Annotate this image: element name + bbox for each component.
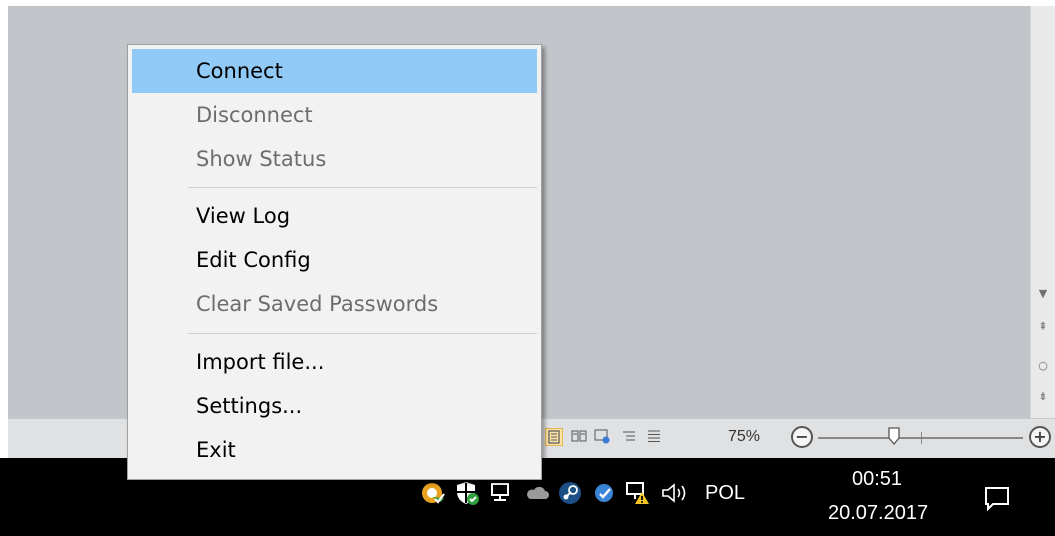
outline-icon[interactable] [620,428,638,446]
menu-item-connect[interactable]: Connect [132,49,537,93]
read-mode-icon[interactable] [570,428,588,446]
openvpn-icon[interactable] [420,480,446,506]
menu-item-edit-config[interactable]: Edit Config [132,238,537,282]
steam-icon[interactable] [557,480,583,506]
web-layout-icon[interactable] [593,428,611,446]
menu-item-disconnect[interactable]: Disconnect [132,93,537,137]
menu-separator [188,187,537,188]
browse-object-icon[interactable]: ○ [1031,358,1055,374]
vertical-scrollbar[interactable]: ▼ ⇞ ○ ⇟ [1030,6,1055,418]
draft-icon[interactable] [645,428,663,446]
zoom-slider-thumb[interactable] [888,427,900,446]
network-icon[interactable] [489,480,515,506]
zoom-level-label[interactable]: 75% [728,428,760,446]
network-warning-icon[interactable] [625,480,651,506]
zoom-slider-center-tick [921,432,922,444]
menu-item-show-status[interactable]: Show Status [132,137,537,181]
clock-date[interactable]: 20.07.2017 [828,502,928,525]
action-icon[interactable] [592,480,618,506]
zoom-in-button[interactable]: + [1029,426,1051,448]
clock-time[interactable]: 00:51 [838,468,916,491]
next-page-icon[interactable]: ⇟ [1031,389,1055,405]
scroll-down-arrow-icon[interactable]: ▼ [1031,286,1055,302]
zoom-out-button[interactable]: − [791,426,813,448]
onedrive-cloud-icon[interactable] [524,480,550,506]
action-center-icon[interactable] [983,484,1013,514]
menu-item-import-file[interactable]: Import file... [132,340,537,384]
print-layout-icon[interactable] [545,428,563,446]
language-indicator[interactable]: POL [705,480,745,506]
menu-item-view-log[interactable]: View Log [132,194,537,238]
menu-separator [188,333,537,334]
tray-context-menu: Connect Disconnect Show Status View Log … [127,44,542,480]
volume-icon[interactable] [660,480,686,506]
menu-item-exit[interactable]: Exit [132,428,537,472]
security-shield-icon[interactable] [454,480,480,506]
menu-item-clear-saved-passwords[interactable]: Clear Saved Passwords [132,282,537,326]
previous-page-icon[interactable]: ⇞ [1031,319,1055,335]
menu-item-settings[interactable]: Settings... [132,384,537,428]
